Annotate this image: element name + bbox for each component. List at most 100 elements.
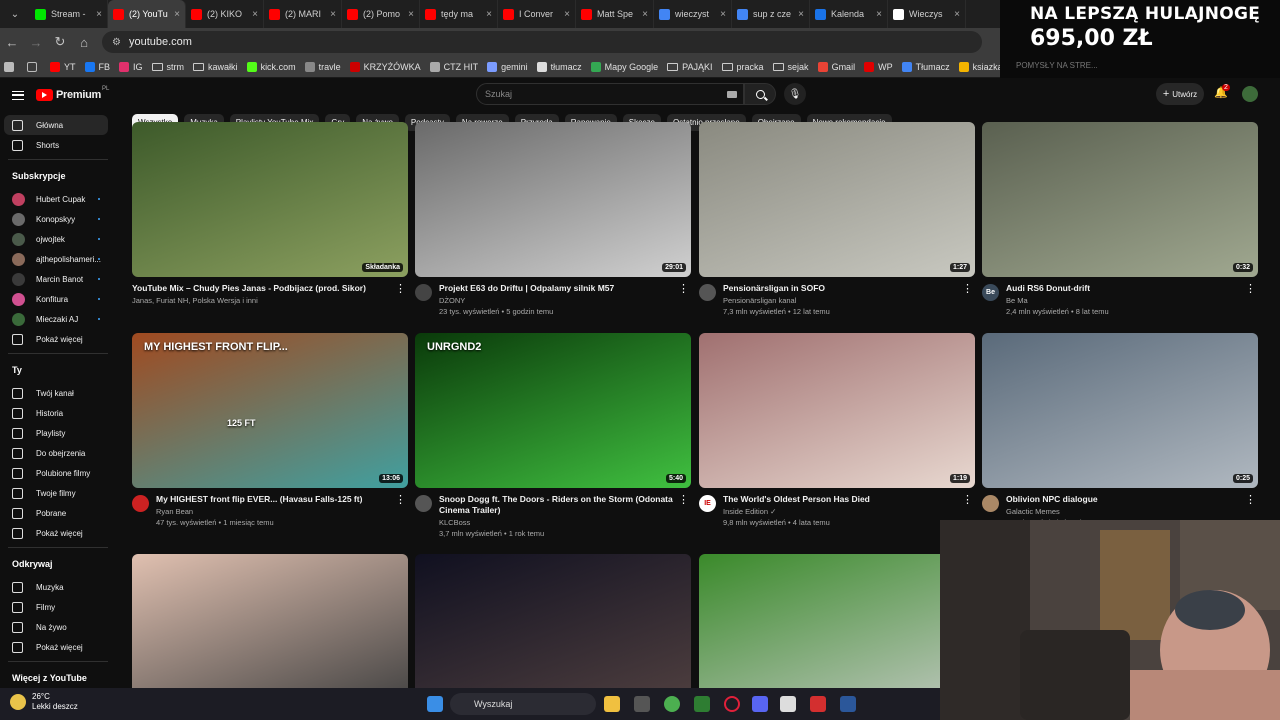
browser-tab[interactable]: Wieczys × xyxy=(888,0,966,28)
sidebar-item[interactable]: Marcin Banot xyxy=(4,269,108,289)
taskbar-search[interactable]: Wyszukaj xyxy=(450,693,596,715)
create-button[interactable]: + Utwórz xyxy=(1156,83,1204,105)
video-card[interactable]: 1:27 Pensionärsligan in SOFO Pensionärslig… xyxy=(699,122,975,337)
channel-name[interactable]: Ryan Bean xyxy=(156,507,408,516)
video-thumbnail[interactable]: Składanka xyxy=(132,122,408,277)
video-card[interactable]: 29:01 Projekt E63 do Driftu | Odpalamy si… xyxy=(415,122,691,337)
browser-tab[interactable]: Matt Spe × xyxy=(576,0,654,28)
sidebar-item[interactable]: Historia xyxy=(4,403,108,423)
youtube-logo[interactable]: Premium PL xyxy=(36,86,109,101)
more-options-icon[interactable]: ⋮ xyxy=(962,284,973,295)
voice-search-button[interactable]: 🎙 xyxy=(784,83,806,105)
sidebar-item[interactable]: ajthepolishameri... xyxy=(4,249,108,269)
forward-button[interactable]: → xyxy=(24,35,48,50)
bookmark-item[interactable]: KRZYŻÓWKA xyxy=(349,61,421,72)
close-tab-icon[interactable]: × xyxy=(642,9,648,20)
more-options-icon[interactable]: ⋮ xyxy=(1245,284,1256,295)
more-options-icon[interactable]: ⋮ xyxy=(395,495,406,506)
close-tab-icon[interactable]: × xyxy=(876,9,882,20)
close-tab-icon[interactable]: × xyxy=(96,9,102,20)
close-tab-icon[interactable]: × xyxy=(720,9,726,20)
close-tab-icon[interactable]: × xyxy=(564,9,570,20)
video-title[interactable]: Pensionärsligan in SOFO xyxy=(723,283,959,294)
bookmark-item[interactable]: pracka xyxy=(721,62,764,72)
sidebar-item[interactable]: ojwojtek xyxy=(4,229,108,249)
video-card[interactable]: 0:32 Be Audi RS6 Donut-drift Be Ma 2,4 mln w… xyxy=(982,122,1258,337)
opera-icon[interactable] xyxy=(724,696,740,712)
more-options-icon[interactable]: ⋮ xyxy=(962,495,973,506)
close-tab-icon[interactable]: × xyxy=(954,9,960,20)
close-tab-icon[interactable]: × xyxy=(174,9,180,20)
weather-widget[interactable]: 26°C Lekki deszcz xyxy=(10,692,78,712)
sidebar-section-heading[interactable]: Ty xyxy=(12,365,22,375)
bookmark-item[interactable]: ksiazka xyxy=(958,61,1003,72)
video-thumbnail[interactable]: 0:32 xyxy=(982,122,1258,277)
channel-avatar[interactable] xyxy=(415,284,432,301)
home-button[interactable]: ⌂ xyxy=(72,35,96,50)
sidebar-item[interactable]: Na żywo xyxy=(4,617,108,637)
video-title[interactable]: The World's Oldest Person Has Died xyxy=(723,494,959,505)
channel-name[interactable]: Be Ma xyxy=(1006,296,1258,305)
channel-avatar[interactable] xyxy=(699,284,716,301)
reload-button[interactable]: ↻ xyxy=(48,34,72,50)
bookmark-item[interactable]: YT xyxy=(50,61,76,72)
sidebar-item[interactable]: Shorts xyxy=(4,135,108,155)
browser-tab[interactable]: (2) Pomo × xyxy=(342,0,420,28)
channel-name[interactable]: Janas, Furiat NH, Polska Wersja i inni xyxy=(132,296,408,305)
sidebar-item[interactable]: Twoje filmy xyxy=(4,483,108,503)
app-icon[interactable] xyxy=(810,696,826,712)
browser-tab[interactable]: tędy ma × xyxy=(420,0,498,28)
sidebar-item[interactable]: Playlisty xyxy=(4,423,108,443)
keyboard-icon[interactable] xyxy=(727,91,737,98)
account-avatar[interactable] xyxy=(1242,86,1258,102)
video-title[interactable]: My HIGHEST front flip EVER... (Havasu Fa… xyxy=(156,494,392,505)
video-card[interactable]: Składanka YouTube Mix – Chudy Pies Janas … xyxy=(132,122,408,337)
browser-tab[interactable]: sup z cze × xyxy=(732,0,810,28)
sidebar-section-heading[interactable]: Odkrywaj xyxy=(12,559,53,569)
channel-avatar[interactable]: Be xyxy=(982,284,999,301)
video-title[interactable]: Projekt E63 do Driftu | Odpalamy silnik … xyxy=(439,283,675,294)
sidebar-section-heading[interactable]: Subskrypcje xyxy=(12,171,66,181)
sidebar-item[interactable]: Pokaż więcej xyxy=(4,329,108,349)
video-thumbnail[interactable] xyxy=(415,554,691,709)
video-card[interactable] xyxy=(699,554,975,709)
browser-tab[interactable]: Stream - × xyxy=(30,0,108,28)
sidebar-section-heading[interactable]: Więcej z YouTube xyxy=(12,673,87,683)
video-card[interactable] xyxy=(132,554,408,709)
sidebar-item[interactable]: Muzyka xyxy=(4,577,108,597)
url-field[interactable]: ⚙ youtube.com xyxy=(102,31,982,53)
obs-icon[interactable] xyxy=(634,696,650,712)
close-tab-icon[interactable]: × xyxy=(330,9,336,20)
browser-tab[interactable]: wieczyst × xyxy=(654,0,732,28)
grid-icon[interactable] xyxy=(27,61,41,72)
sidebar-item[interactable]: Twój kanał xyxy=(4,383,108,403)
search-input[interactable]: Szukaj xyxy=(476,83,744,105)
word-icon[interactable] xyxy=(840,696,856,712)
video-card[interactable]: 0:25Oblivion NPC dialogueGalactic Memes3… xyxy=(982,333,1258,548)
video-card[interactable] xyxy=(415,554,691,709)
bookmark-item[interactable]: kawałki xyxy=(193,62,238,72)
browser-tab[interactable]: (2) YouTu × xyxy=(108,0,186,28)
shield-app-icon[interactable] xyxy=(694,696,710,712)
channel-avatar[interactable]: IE xyxy=(699,495,716,512)
back-button[interactable]: ← xyxy=(0,35,24,50)
bookmark-item[interactable]: travle xyxy=(304,61,341,72)
capcut-icon[interactable] xyxy=(780,696,796,712)
sidebar-item[interactable]: Polubione filmy xyxy=(4,463,108,483)
video-thumbnail[interactable]: 1:19 xyxy=(699,333,975,488)
close-tab-icon[interactable]: × xyxy=(252,9,258,20)
channel-name[interactable]: Galactic Memes xyxy=(1006,507,1258,516)
close-tab-icon[interactable]: × xyxy=(486,9,492,20)
video-title[interactable]: Snoop Dogg ft. The Doors - Riders on the… xyxy=(439,494,675,516)
channel-avatar[interactable] xyxy=(982,495,999,512)
channel-avatar[interactable] xyxy=(132,495,149,512)
menu-icon[interactable] xyxy=(12,90,24,100)
sidebar-item[interactable]: Konfitura xyxy=(4,289,108,309)
bookmark-item[interactable]: tłumacz xyxy=(536,61,582,72)
sidebar-item[interactable]: Główna xyxy=(4,115,108,135)
video-card[interactable]: UNRGND2 5:40 Snoop Dogg ft. The Doors - Ri… xyxy=(415,333,691,548)
channel-name[interactable]: Pensionärsligan kanal xyxy=(723,296,975,305)
browser-tab[interactable]: I Conver × xyxy=(498,0,576,28)
video-thumbnail[interactable] xyxy=(699,554,975,709)
bookmark-item[interactable]: strm xyxy=(151,62,184,72)
